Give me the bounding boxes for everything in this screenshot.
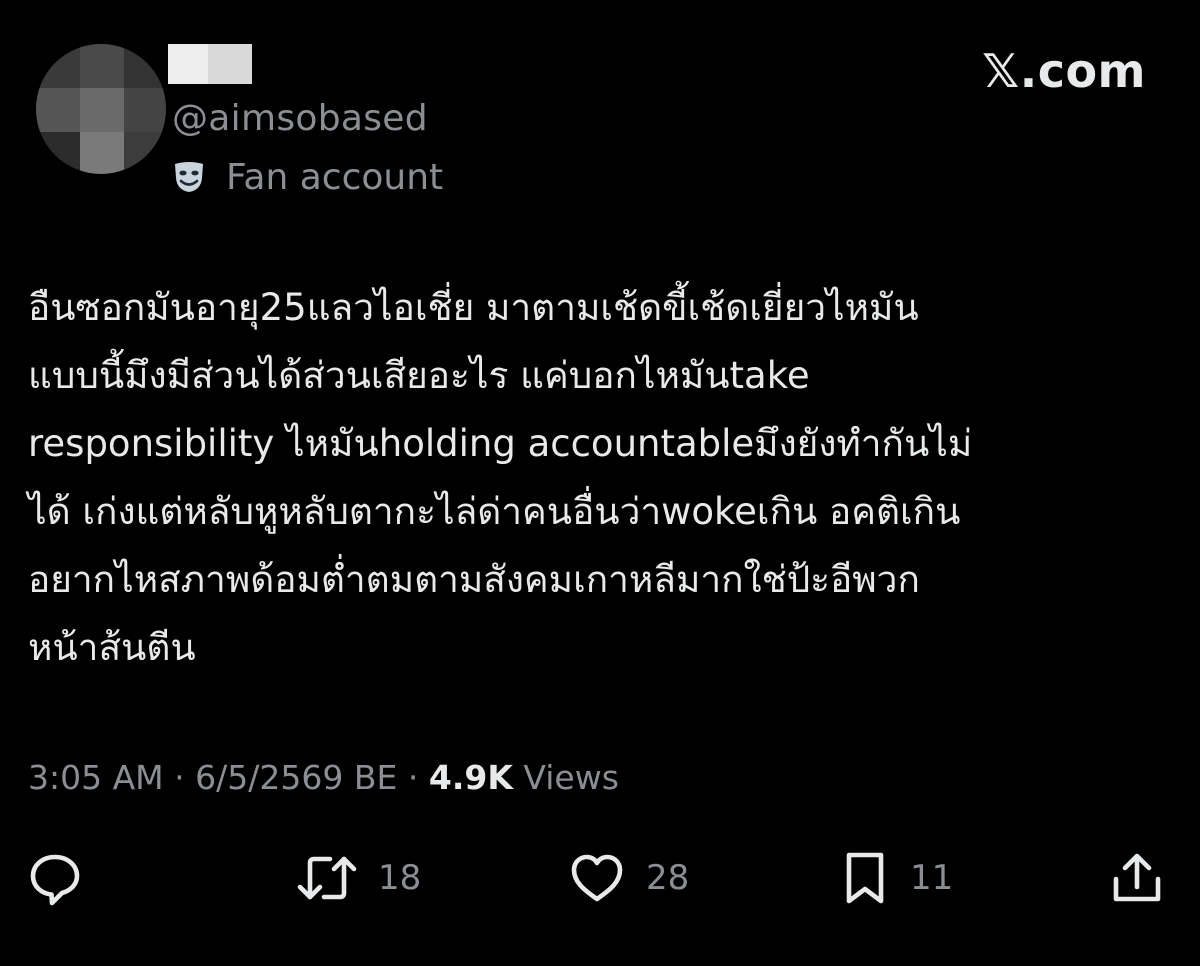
heart-icon bbox=[571, 854, 623, 902]
bookmark-button[interactable]: 11 bbox=[840, 846, 953, 910]
retweet-count: 18 bbox=[378, 858, 422, 898]
tweet-meta: 3:05 AM · 6/5/2569 BE · 4.9K Views bbox=[28, 758, 619, 797]
theater-mask-icon bbox=[175, 162, 203, 192]
bookmark-icon bbox=[846, 852, 884, 904]
reply-button[interactable] bbox=[26, 846, 84, 910]
display-name-blurred[interactable] bbox=[168, 44, 252, 84]
views-count: 4.9K bbox=[428, 758, 513, 797]
share-icon bbox=[1113, 853, 1161, 902]
account-label-text: Fan account bbox=[226, 156, 444, 198]
tweet-line: หน้าส้นตีน bbox=[28, 626, 196, 669]
retweet-button[interactable]: 18 bbox=[296, 846, 421, 910]
tweet-line: อืนซอกมันอายุ25แลวไอเชี่ย มาตามเช้ดขี้เช… bbox=[28, 286, 919, 329]
tweet-body: อืนซอกมันอายุ25แลวไอเชี่ย มาตามเช้ดขี้เช… bbox=[28, 274, 1178, 682]
tweet-date[interactable]: 6/5/2569 BE bbox=[195, 758, 397, 797]
share-button[interactable] bbox=[1110, 846, 1164, 910]
tweet-line: อยากไหสภาพด้อมต่ำตมตามสังคมเกาหลีมากใช่ป… bbox=[28, 558, 920, 601]
views-label: Views bbox=[523, 758, 619, 797]
retweet-icon bbox=[297, 856, 357, 900]
like-count: 28 bbox=[646, 858, 690, 898]
tweet-line: แบบนี้มึงมีส่วนได้ส่วนเสียอะไร แค่บอกไหม… bbox=[28, 354, 810, 397]
watermark: 𝕏.com bbox=[982, 44, 1146, 98]
avatar[interactable] bbox=[36, 44, 166, 174]
meta-separator: · bbox=[174, 758, 185, 797]
meta-separator: · bbox=[407, 758, 419, 797]
account-label: Fan account bbox=[172, 154, 443, 200]
tweet-line: responsibility ไหมันholding accountableม… bbox=[28, 422, 973, 465]
action-bar: 18 28 11 bbox=[0, 846, 1200, 910]
reply-icon bbox=[30, 854, 80, 906]
bookmark-count: 11 bbox=[910, 858, 954, 898]
tweet-time[interactable]: 3:05 AM bbox=[28, 758, 164, 797]
tweet-line: ได้ เก่งแต่หลับหูหลับตากะไล่ด่าคนอื่นว่า… bbox=[28, 490, 961, 533]
user-handle[interactable]: @aimsobased bbox=[172, 98, 428, 139]
like-button[interactable]: 28 bbox=[568, 846, 689, 910]
